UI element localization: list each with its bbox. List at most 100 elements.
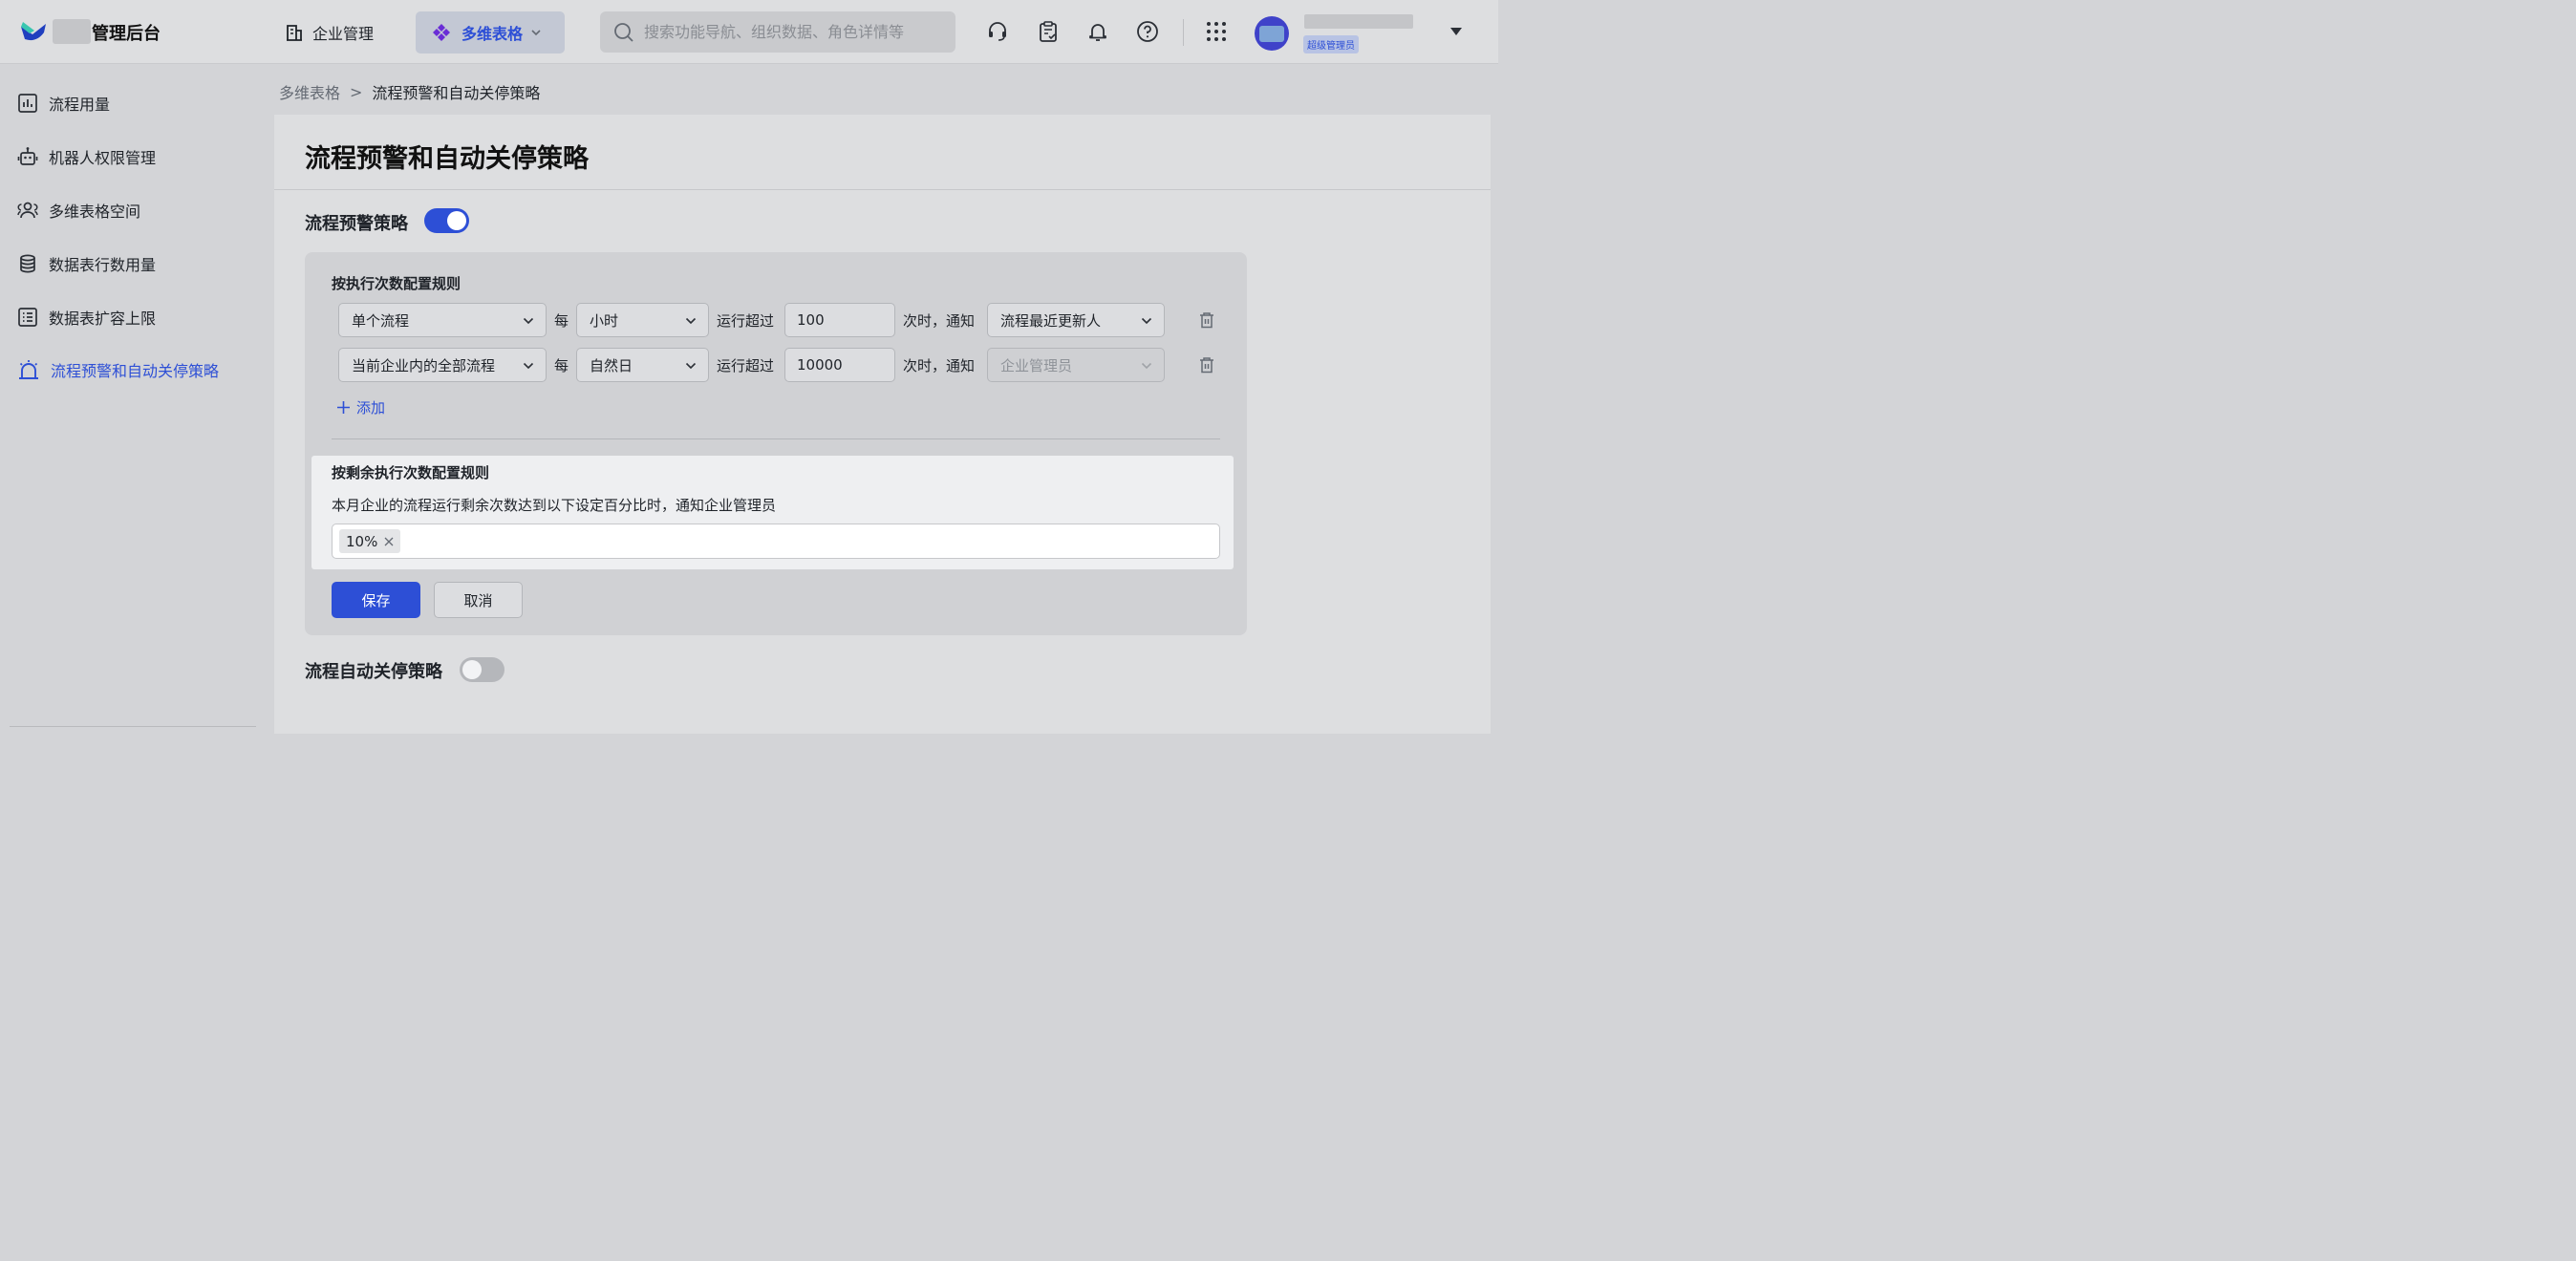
- main-panel: 流程预警和自动关停策略 流程预警策略 按执行次数配置规则 单个流程 每 小时 运…: [274, 115, 1491, 734]
- title-divider: [274, 189, 1491, 190]
- sidebar-item-warning-policy[interactable]: 流程预警和自动关停策略: [17, 354, 219, 385]
- robot-icon: [17, 147, 38, 165]
- by-remaining-title: 按剩余执行次数配置规则: [332, 464, 490, 481]
- list-icon: [18, 308, 37, 327]
- nav-bitable-dropdown[interactable]: 多维表格: [416, 11, 565, 53]
- chevron-down-icon: [1141, 362, 1152, 370]
- close-icon[interactable]: [384, 537, 394, 546]
- search-icon: [614, 22, 633, 42]
- sidebar-item-label: 多维表格空间: [49, 203, 141, 221]
- save-button[interactable]: 保存: [332, 582, 420, 618]
- sidebar-item-label: 流程预警和自动关停策略: [51, 362, 220, 380]
- app-title: 管理后台: [92, 24, 161, 44]
- cancel-button[interactable]: 取消: [434, 582, 523, 618]
- bitable-icon: [433, 24, 450, 41]
- period-value: 自然日: [590, 356, 633, 374]
- sidebar-item-label: 数据表行数用量: [49, 256, 157, 274]
- help-icon[interactable]: [1135, 19, 1160, 44]
- org-name-redacted: [53, 19, 91, 44]
- notify-select-disabled: 企业管理员: [987, 348, 1165, 382]
- times-notify-label: 次时，通知: [903, 357, 976, 374]
- nav-enterprise-management[interactable]: 企业管理: [285, 17, 374, 48]
- headset-icon[interactable]: [985, 19, 1010, 44]
- warning-policy-toggle[interactable]: [424, 208, 469, 233]
- sidebar-item-row-usage[interactable]: 数据表行数用量: [17, 248, 156, 279]
- database-icon: [20, 254, 35, 273]
- nav-bitable-label: 多维表格: [462, 25, 524, 43]
- sidebar-item-capacity-limit[interactable]: 数据表扩容上限: [17, 302, 156, 332]
- rule-row: 单个流程 每 小时 运行超过 次时，通知 流程最近更新人: [338, 303, 1227, 337]
- warning-policy-label: 流程预警策略: [305, 214, 408, 234]
- clipboard-check-icon[interactable]: [1036, 19, 1061, 44]
- app-logo-icon: [21, 22, 46, 41]
- percent-tag: 10%: [339, 529, 401, 553]
- chevron-down-icon: [1141, 317, 1152, 325]
- card-divider: [332, 438, 1220, 439]
- scope-value: 单个流程: [352, 311, 410, 330]
- rule-row: 当前企业内的全部流程 每 自然日 运行超过 次时，通知 企业管理员: [338, 348, 1227, 382]
- trash-icon[interactable]: [1198, 356, 1215, 374]
- avatar[interactable]: [1255, 16, 1289, 51]
- sidebar-item-bitable-space[interactable]: 多维表格空间: [17, 195, 140, 225]
- sidebar-item-label: 流程用量: [49, 96, 111, 114]
- nav-enterprise-label: 企业管理: [312, 25, 375, 43]
- users-icon: [17, 202, 38, 219]
- bell-icon[interactable]: [1085, 19, 1110, 44]
- sidebar-item-robot-permissions[interactable]: 机器人权限管理: [17, 141, 156, 172]
- notify-value: 企业管理员: [1000, 356, 1073, 374]
- exceed-label: 运行超过: [717, 312, 775, 330]
- count-input[interactable]: [784, 348, 895, 382]
- count-input[interactable]: [784, 303, 895, 337]
- role-badge: 超级管理员: [1303, 35, 1359, 53]
- trash-icon[interactable]: [1198, 311, 1215, 329]
- chevron-down-icon: [685, 317, 697, 325]
- per-label: 每: [554, 312, 569, 330]
- chevron-down-icon: [523, 317, 534, 325]
- scope-value: 当前企业内的全部流程: [352, 356, 496, 374]
- times-notify-label: 次时，通知: [903, 312, 976, 330]
- by-count-title: 按执行次数配置规则: [332, 275, 462, 292]
- bar-chart-icon: [18, 94, 37, 113]
- user-name-redacted: [1304, 14, 1413, 29]
- add-rule-button[interactable]: 添加: [336, 397, 385, 417]
- period-value: 小时: [590, 311, 619, 330]
- caret-down-icon[interactable]: [1449, 27, 1463, 36]
- percent-tag-input[interactable]: 10%: [332, 524, 1220, 559]
- page-title: 流程预警和自动关停策略: [305, 144, 589, 174]
- sidebar-item-label: 机器人权限管理: [49, 149, 157, 167]
- period-select[interactable]: 自然日: [576, 348, 709, 382]
- remaining-rule-card: 按剩余执行次数配置规则 本月企业的流程运行剩余次数达到以下设定百分比时，通知企业…: [311, 456, 1234, 569]
- chevron-down-icon: [685, 362, 697, 370]
- scope-select[interactable]: 单个流程: [338, 303, 547, 337]
- per-label: 每: [554, 357, 569, 374]
- plus-icon: [337, 401, 350, 414]
- breadcrumb-parent-link[interactable]: 多维表格: [279, 80, 340, 103]
- sidebar-divider: [10, 726, 256, 727]
- alarm-icon: [19, 360, 38, 379]
- shutdown-policy-toggle[interactable]: [460, 657, 504, 682]
- sidebar: 流程用量 机器人权限管理 多维表格空间 数据表行数用量 数据表扩容上限 流程预警…: [0, 65, 274, 734]
- search-box[interactable]: [600, 11, 955, 53]
- notify-value: 流程最近更新人: [1000, 311, 1102, 330]
- warning-rules-card: 按执行次数配置规则 单个流程 每 小时 运行超过 次时，通知 流程最近更新人: [305, 252, 1247, 635]
- notify-select[interactable]: 流程最近更新人: [987, 303, 1165, 337]
- chevron-down-icon: [523, 362, 534, 370]
- breadcrumb-separator: >: [350, 82, 363, 101]
- sidebar-item-label: 数据表扩容上限: [49, 310, 157, 328]
- sidebar-item-flow-usage[interactable]: 流程用量: [17, 88, 110, 118]
- breadcrumb-current: 流程预警和自动关停策略: [372, 84, 541, 102]
- top-bar: 管理后台 企业管理 多维表格 搜索功能导航、组织数据、角色详情等 超级管理员: [0, 0, 1498, 64]
- app-grid-icon[interactable]: [1204, 19, 1229, 44]
- building-icon: [287, 25, 302, 41]
- chevron-down-icon: [531, 30, 541, 36]
- add-rule-label: 添加: [356, 399, 386, 417]
- scope-select[interactable]: 当前企业内的全部流程: [338, 348, 547, 382]
- shutdown-policy-label: 流程自动关停策略: [305, 662, 442, 682]
- header-divider: [1183, 19, 1184, 46]
- by-remaining-desc: 本月企业的流程运行剩余次数达到以下设定百分比时，通知企业管理员: [332, 497, 777, 514]
- period-select[interactable]: 小时: [576, 303, 709, 337]
- breadcrumb: 多维表格 > 流程预警和自动关停策略: [279, 80, 540, 103]
- exceed-label: 运行超过: [717, 357, 775, 374]
- search-input[interactable]: [644, 23, 940, 41]
- percent-tag-label: 10%: [346, 532, 378, 550]
